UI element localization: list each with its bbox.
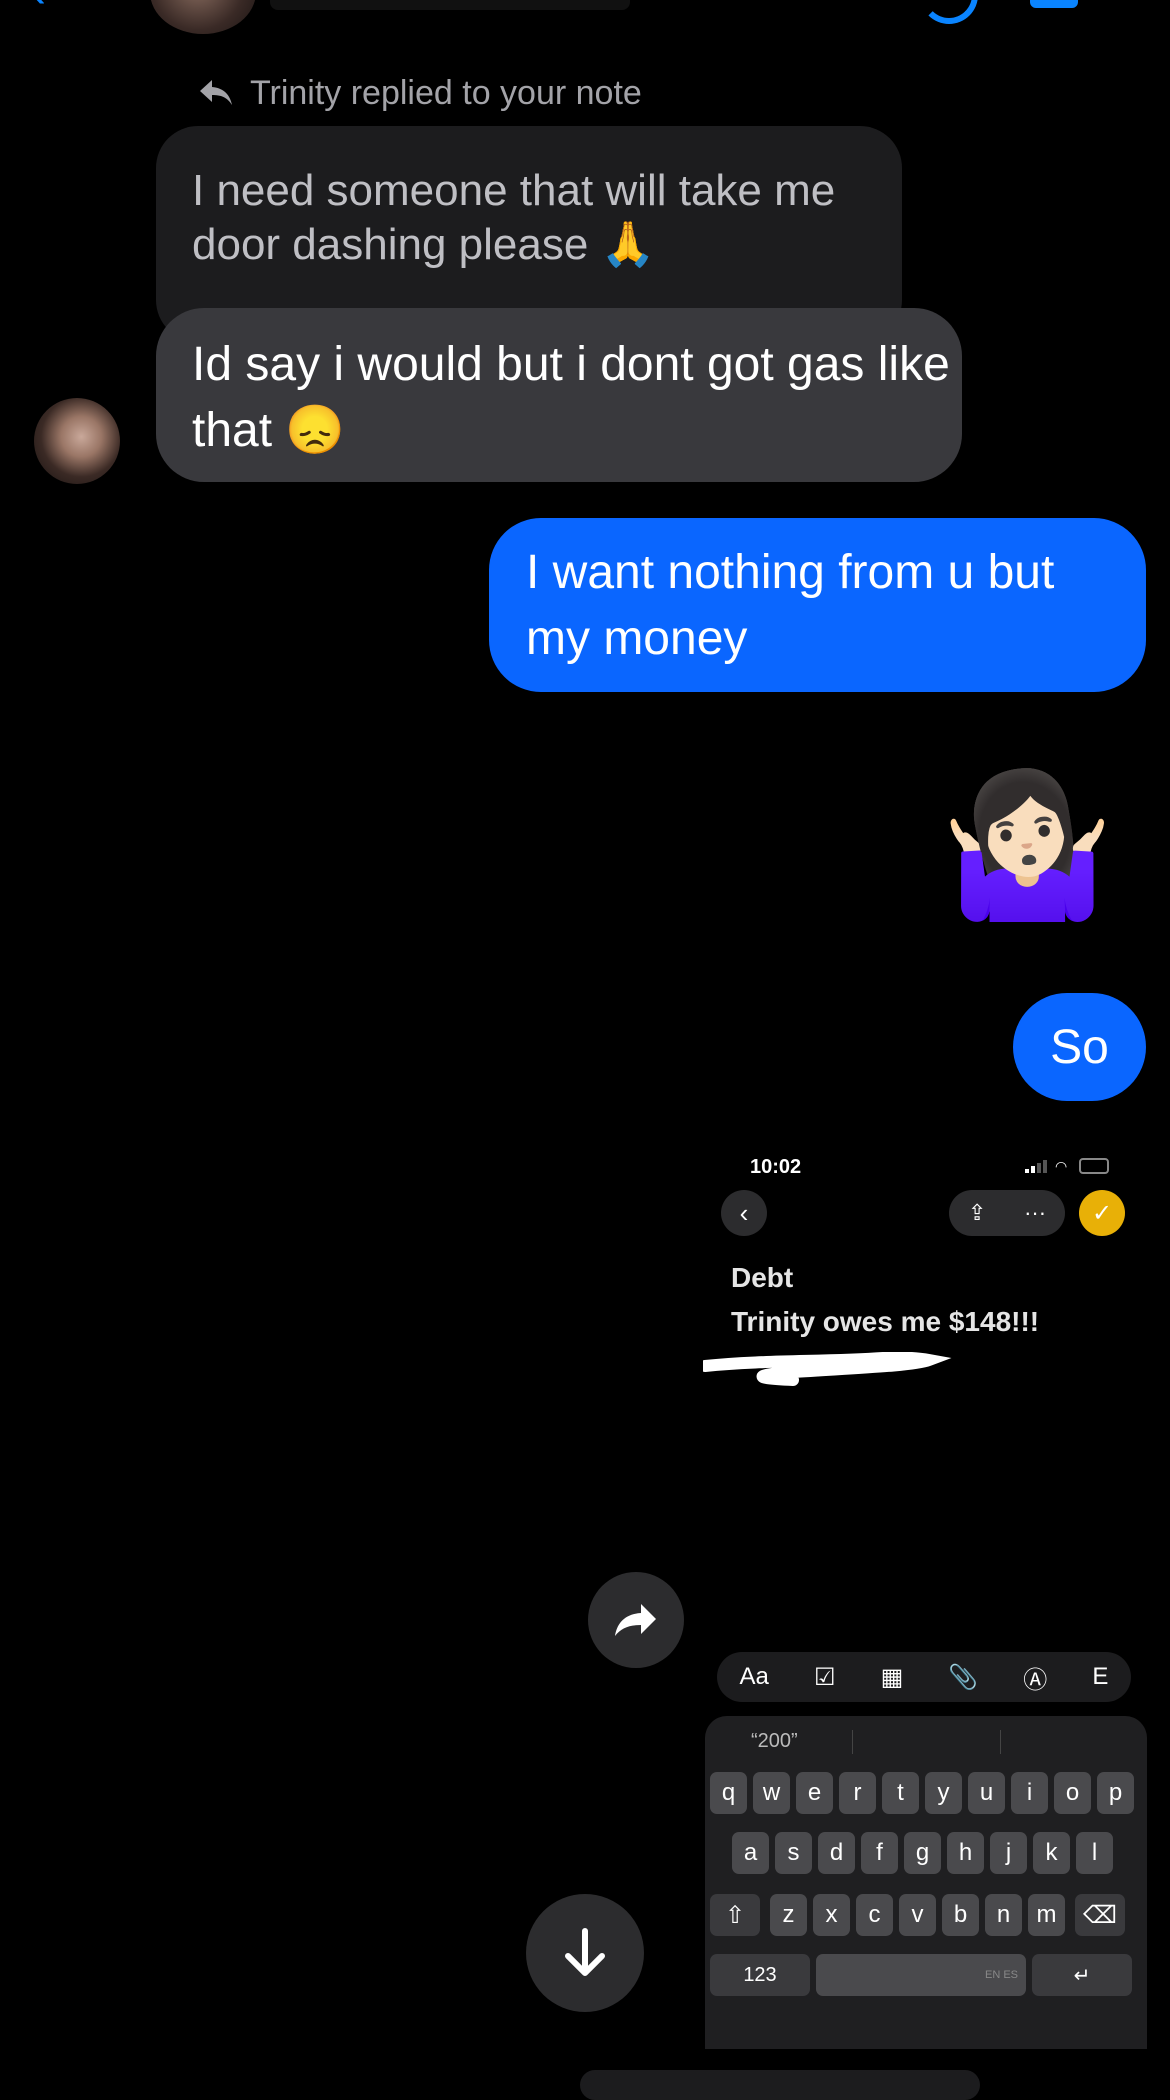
key-d: d — [818, 1832, 855, 1874]
space-key: EN ES — [816, 1954, 1026, 1996]
key-n: n — [985, 1894, 1022, 1936]
sent-message-text: I want nothing from u but my money — [526, 546, 1055, 665]
markup-icon: Ⓐ — [1023, 1666, 1048, 1694]
predictive-bar: “200” — [705, 1716, 1147, 1766]
key-e: e — [796, 1772, 833, 1814]
keyboard: “200” qwertyuiop asdfghjkl ⇧ zxcvbnm ⌫ 1… — [705, 1716, 1147, 2049]
reply-indicator-text: Trinity replied to your note — [250, 73, 642, 112]
checklist-icon: ☑ — [813, 1663, 836, 1691]
return-key: ↵ — [1032, 1954, 1132, 1996]
forward-icon — [615, 1604, 656, 1636]
delete-key: ⌫ — [1075, 1894, 1125, 1936]
key-j: j — [990, 1832, 1027, 1874]
arrow-down-icon — [565, 1928, 605, 1976]
status-icons: ◠ — [1025, 1158, 1109, 1174]
shift-key: ⇧ — [710, 1894, 760, 1936]
forward-button[interactable] — [588, 1572, 684, 1668]
video-call-icon[interactable] — [1030, 0, 1078, 8]
key-c: c — [856, 1894, 893, 1936]
more-icon: ··· — [1024, 1200, 1047, 1225]
key-q: q — [710, 1772, 747, 1814]
key-v: v — [899, 1894, 936, 1936]
more-tools-icon: E — [1092, 1663, 1109, 1690]
key-i: i — [1011, 1772, 1048, 1814]
redaction-scribble — [703, 1352, 952, 1386]
wifi-icon: ◠ — [1055, 1158, 1068, 1174]
shrug-emoji-message[interactable]: 🤷🏻‍♀️ — [940, 770, 1114, 920]
key-z: z — [770, 1894, 807, 1936]
status-time: 10:02 — [750, 1156, 802, 1178]
chat-avatar[interactable] — [150, 0, 256, 34]
key-x: x — [813, 1894, 850, 1936]
table-icon: ▦ — [880, 1663, 904, 1691]
numbers-key: 123 — [710, 1954, 810, 1996]
notes-action-pill: ⇪ ··· — [949, 1190, 1065, 1236]
scroll-to-bottom-button[interactable] — [526, 1894, 644, 2012]
key-t: t — [882, 1772, 919, 1814]
key-s: s — [775, 1832, 812, 1874]
back-icon[interactable]: ‹ — [30, 0, 110, 16]
received-message-text: Id say i would but i dont got gas like t… — [192, 338, 950, 457]
key-g: g — [904, 1832, 941, 1874]
reply-indicator: Trinity replied to your note — [196, 70, 642, 116]
key-p: p — [1097, 1772, 1134, 1814]
text-format-icon: Aa — [739, 1663, 769, 1690]
key-u: u — [968, 1772, 1005, 1814]
share-icon: ⇪ — [967, 1200, 987, 1225]
signal-icon — [1025, 1159, 1047, 1173]
quoted-note-text: I need someone that will take me door da… — [192, 166, 836, 269]
key-l: l — [1076, 1832, 1113, 1874]
prediction-text: “200” — [751, 1730, 798, 1752]
battery-icon — [1079, 1158, 1109, 1174]
reply-icon — [200, 80, 232, 105]
key-r: r — [839, 1772, 876, 1814]
chat-title[interactable] — [270, 0, 630, 10]
sent-message-bubble[interactable]: So — [1013, 993, 1146, 1101]
message-composer[interactable] — [580, 2070, 980, 2100]
call-icon[interactable] — [920, 0, 978, 24]
sender-avatar[interactable] — [34, 398, 120, 484]
key-f: f — [861, 1832, 898, 1874]
attachment-icon: 📎 — [948, 1663, 979, 1691]
key-k: k — [1033, 1832, 1070, 1874]
sent-message-text: So — [1050, 1020, 1109, 1074]
key-y: y — [925, 1772, 962, 1814]
back-icon: ‹ — [721, 1190, 767, 1236]
key-w: w — [753, 1772, 790, 1814]
done-check-icon: ✓ — [1079, 1190, 1125, 1236]
shared-screenshot[interactable]: 10:02 ◠ ‹ ⇪ ··· ✓ Debt Trinity owes me $… — [703, 1144, 1147, 2049]
key-m: m — [1028, 1894, 1065, 1936]
key-h: h — [947, 1832, 984, 1874]
note-title: Debt — [731, 1262, 794, 1293]
key-b: b — [942, 1894, 979, 1936]
key-o: o — [1054, 1772, 1091, 1814]
notes-format-toolbar: Aa ☑ ▦ 📎 Ⓐ E — [717, 1652, 1131, 1702]
key-a: a — [732, 1832, 769, 1874]
note-body: Trinity owes me $148!!! — [731, 1306, 1040, 1337]
